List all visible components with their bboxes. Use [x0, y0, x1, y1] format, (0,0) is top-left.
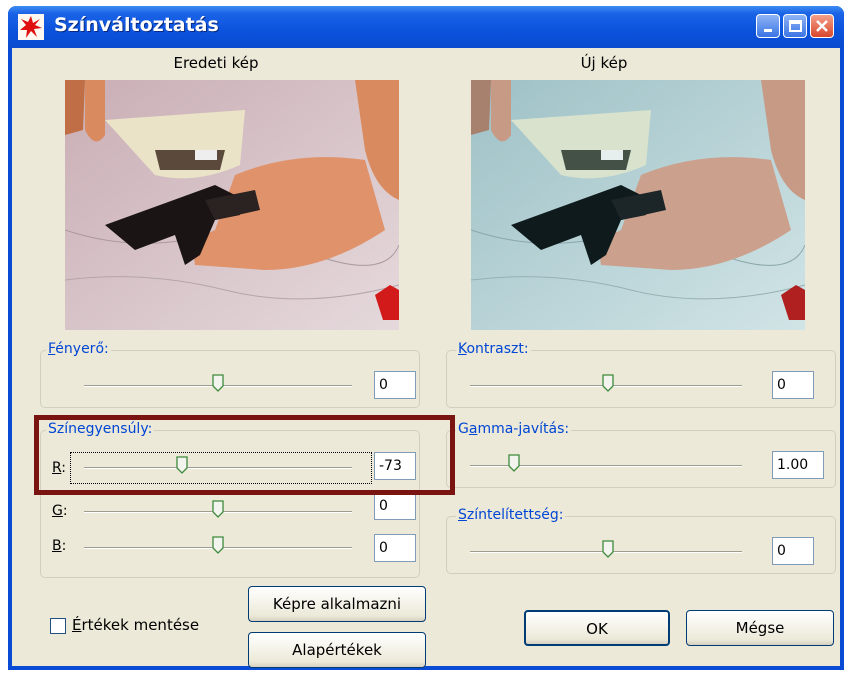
- brightness-value-input[interactable]: 0: [374, 371, 416, 399]
- gamma-slider-thumb[interactable]: [508, 454, 520, 472]
- window-title: Színváltoztatás: [54, 14, 219, 36]
- original-image-label: Eredeti kép: [173, 54, 259, 72]
- red-channel-highlight-box: [34, 415, 455, 495]
- dialog-client-area: Eredeti kép Új kép Fényerő: 0 Színegyens…: [12, 48, 840, 668]
- gamma-value-input[interactable]: 1.00: [772, 451, 824, 479]
- defaults-button[interactable]: Alapértékek: [248, 632, 426, 668]
- brightness-slider-thumb[interactable]: [212, 374, 224, 392]
- saturation-slider-thumb[interactable]: [602, 540, 614, 558]
- green-channel-label: G:: [52, 503, 68, 519]
- saturation-label: Színtelítettség:: [456, 507, 566, 523]
- green-slider-thumb[interactable]: [212, 500, 224, 518]
- color-splash-icon: [18, 14, 44, 40]
- cancel-button[interactable]: Mégse: [686, 610, 834, 646]
- ok-button[interactable]: OK: [524, 610, 670, 646]
- dialog-window: Színváltoztatás Eredeti kép Új kép Fénye…: [8, 6, 844, 670]
- save-values-label[interactable]: Értékek mentése: [72, 616, 199, 634]
- new-image-preview: [471, 80, 805, 330]
- title-bar[interactable]: Színváltoztatás: [8, 6, 844, 48]
- close-button[interactable]: [810, 14, 834, 38]
- apply-to-image-button[interactable]: Képre alkalmazni: [248, 586, 426, 622]
- green-value-input[interactable]: 0: [374, 492, 416, 520]
- blue-slider-thumb[interactable]: [212, 536, 224, 554]
- contrast-label: Kontraszt:: [456, 341, 531, 357]
- blue-value-input[interactable]: 0: [374, 534, 416, 562]
- new-image-label: Új kép: [580, 54, 628, 72]
- contrast-value-input[interactable]: 0: [772, 371, 814, 399]
- blue-channel-label: B:: [52, 538, 67, 554]
- gamma-label: Gamma-javítás:: [456, 421, 572, 437]
- saturation-value-input[interactable]: 0: [772, 537, 814, 565]
- save-values-checkbox[interactable]: [50, 618, 66, 634]
- contrast-slider-thumb[interactable]: [602, 374, 614, 392]
- original-image-preview: [65, 80, 399, 330]
- minimize-button[interactable]: [756, 14, 780, 38]
- brightness-label: Fényerő:: [46, 341, 111, 357]
- maximize-button[interactable]: [783, 14, 807, 38]
- brightness-group: [40, 350, 420, 408]
